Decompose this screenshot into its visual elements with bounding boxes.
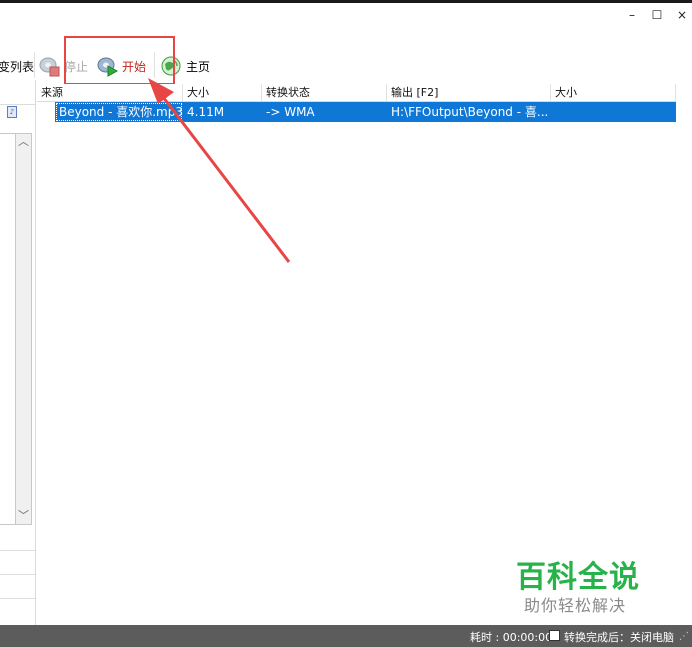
watermark-title: 百科全说 bbox=[516, 560, 640, 595]
row-output-size bbox=[551, 102, 676, 122]
column-header-output[interactable]: 输出 [F2] bbox=[387, 84, 551, 101]
column-header-size[interactable]: 大小 bbox=[183, 84, 262, 101]
scroll-up-icon[interactable]: ︿ bbox=[16, 134, 31, 150]
file-list-menu-label[interactable]: 变列表 bbox=[0, 58, 34, 75]
resize-grip-icon[interactable]: ⋰ bbox=[679, 631, 689, 642]
close-button[interactable]: × bbox=[671, 5, 692, 25]
file-list-header: 来源 大小 转换状态 输出 [F2] 大小 bbox=[37, 84, 676, 102]
left-scrollbar[interactable]: ︿ ﹀ bbox=[15, 133, 32, 525]
home-label: 主页 bbox=[186, 59, 211, 74]
left-panel-row-divider bbox=[0, 574, 35, 575]
left-task-list[interactable] bbox=[0, 133, 15, 525]
elapsed-time: 耗时 : 00:00:00 bbox=[470, 631, 553, 644]
shutdown-label[interactable]: 转换完成后：关闭电脑 bbox=[564, 629, 674, 645]
table-row[interactable]: Beyond - 喜欢你.mp3 4.11M -> WMA H:\FFOutpu… bbox=[37, 102, 676, 122]
row-source: Beyond - 喜欢你.mp3 bbox=[55, 102, 183, 122]
audio-file-icon: ♪ bbox=[7, 106, 17, 118]
stop-icon bbox=[38, 55, 60, 77]
start-highlight-box bbox=[64, 36, 175, 85]
column-header-output-size[interactable]: 大小 bbox=[551, 84, 676, 101]
scroll-down-icon[interactable]: ﹀ bbox=[16, 508, 31, 524]
watermark-subtitle: 助你轻松解决 bbox=[524, 596, 627, 615]
minimize-button[interactable]: – bbox=[621, 5, 643, 25]
row-size: 4.11M bbox=[183, 102, 262, 122]
left-panel-row-divider bbox=[0, 598, 35, 599]
shutdown-checkbox[interactable] bbox=[549, 630, 560, 641]
maximize-button[interactable]: ☐ bbox=[646, 5, 668, 25]
left-panel-divider bbox=[0, 104, 35, 105]
column-header-status[interactable]: 转换状态 bbox=[262, 84, 387, 101]
toolbar-separator bbox=[34, 52, 35, 78]
window-top-edge bbox=[0, 0, 692, 3]
row-status: -> WMA bbox=[262, 102, 387, 122]
left-panel-row-divider bbox=[0, 550, 35, 551]
column-header-source[interactable]: 来源 bbox=[37, 84, 183, 101]
row-output: H:\FFOutput\Beyond - 喜... bbox=[387, 102, 551, 122]
